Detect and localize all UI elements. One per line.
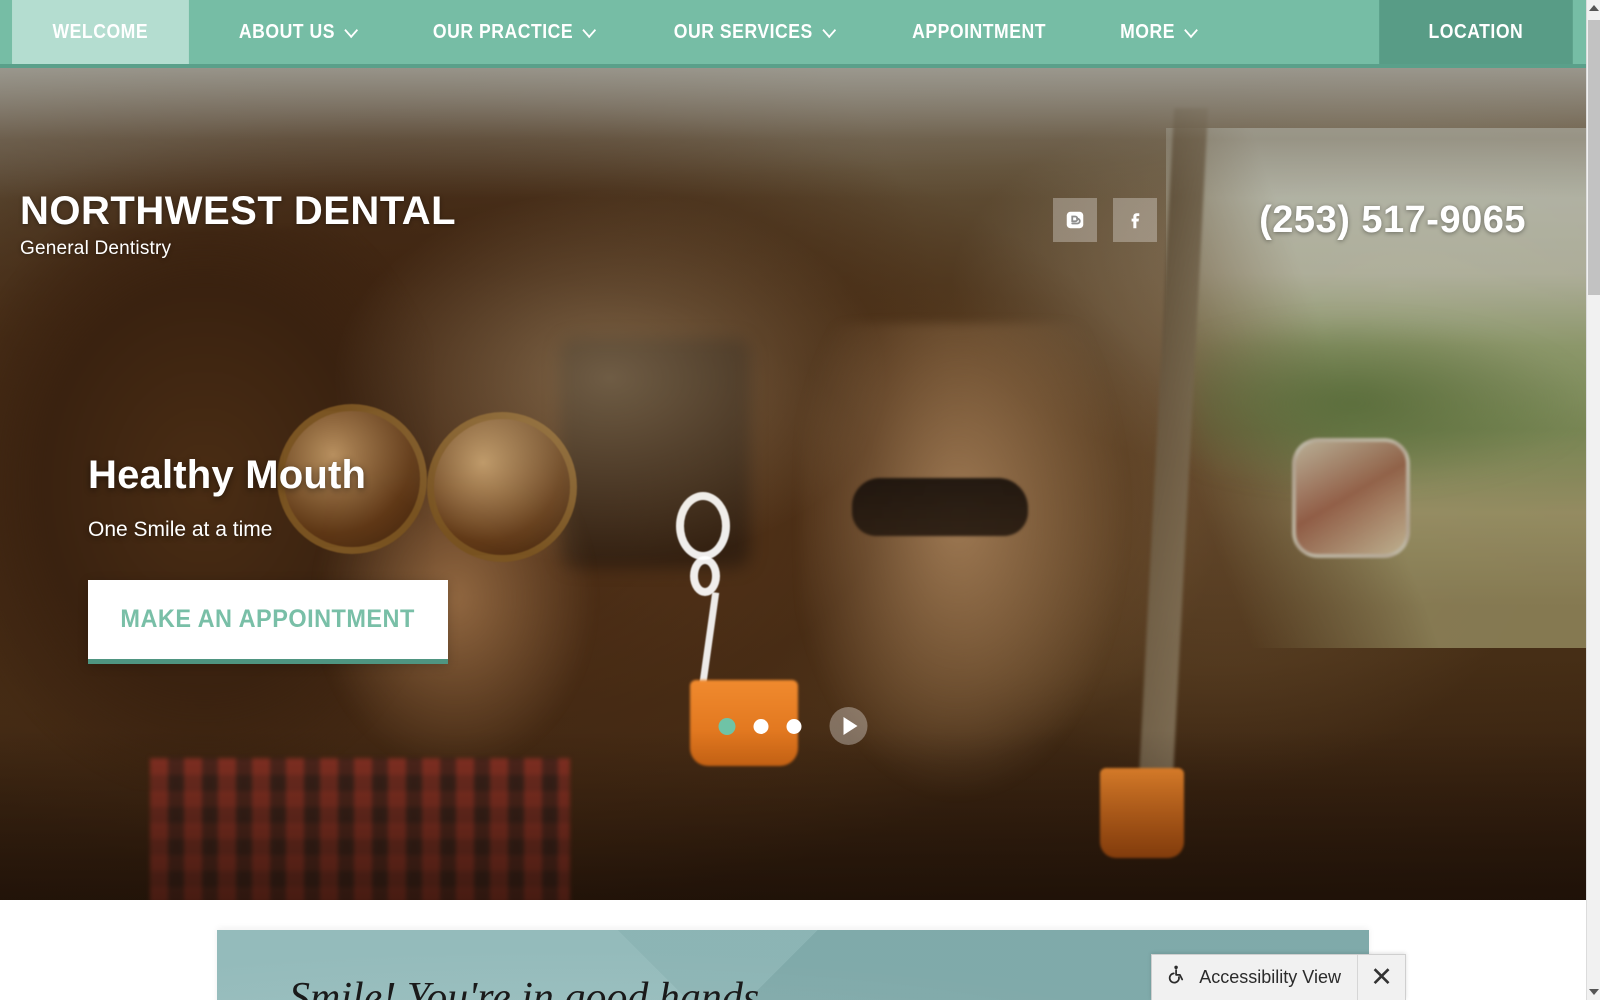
nav-item-more[interactable]: MORE [1094, 0, 1221, 64]
nav-item-label: MORE [1120, 20, 1176, 43]
accessibility-widget: Accessibility View ✕ [1151, 954, 1406, 1000]
browser-viewport: WELCOME ABOUT US OUR PRACTICE OUR SERVIC… [0, 0, 1600, 1000]
blogger-icon[interactable] [1053, 198, 1098, 242]
make-appointment-button[interactable]: MAKE AN APPOINTMENT [88, 580, 448, 664]
nav-item-our-services[interactable]: OUR SERVICES [648, 0, 859, 64]
nav-item-appointment[interactable]: APPOINTMENT [886, 0, 1073, 64]
nav-item-label: APPOINTMENT [912, 20, 1047, 43]
nav-item-about-us[interactable]: ABOUT US [212, 0, 380, 64]
scroll-down-arrow[interactable] [1587, 984, 1600, 1000]
vertical-scrollbar[interactable] [1586, 0, 1600, 1000]
carousel-dot-2[interactable] [753, 718, 769, 734]
hero-slide-title: Healthy Mouth [88, 453, 367, 497]
facebook-icon[interactable] [1113, 198, 1158, 242]
make-appointment-label: MAKE AN APPOINTMENT [120, 605, 416, 633]
nav-item-welcome[interactable]: WELCOME [12, 0, 189, 64]
nav-item-label: OUR SERVICES [674, 20, 814, 43]
carousel-controls [718, 707, 868, 745]
hero-top-gradient [0, 68, 1586, 198]
logo-subtitle: General Dentistry [20, 238, 172, 259]
scrollbar-thumb[interactable] [1588, 20, 1600, 295]
nav-item-label: WELCOME [52, 20, 149, 43]
hero-photo-side-mirror [1292, 438, 1410, 558]
carousel-dot-3[interactable] [786, 718, 802, 734]
accessibility-view-button[interactable]: Accessibility View [1152, 955, 1357, 1000]
wheelchair-icon [1166, 964, 1188, 991]
accessibility-view-label: Accessibility View [1199, 967, 1341, 987]
nav-item-location[interactable]: LOCATION [1379, 0, 1573, 64]
carousel-play-icon[interactable] [829, 707, 868, 745]
chevron-down-icon [822, 22, 837, 38]
nav-location-label: LOCATION [1428, 20, 1524, 43]
hero-slider: NORTHWEST DENTAL General Dentistry (253)… [0, 68, 1586, 900]
chevron-down-icon [1185, 22, 1199, 38]
page-content: WELCOME ABOUT US OUR PRACTICE OUR SERVIC… [0, 0, 1586, 1000]
nav-item-label: OUR PRACTICE [432, 20, 574, 43]
carousel-dot-1[interactable] [718, 717, 736, 735]
hero-slide-subtitle: One Smile at a time [88, 518, 273, 541]
logo-title: NORTHWEST DENTAL [20, 189, 457, 233]
chevron-down-icon [344, 22, 358, 38]
hero-slide-caption: Healthy Mouth One Smile at a time MAKE A… [88, 453, 508, 664]
hero-bottom-gradient [0, 730, 1586, 900]
site-logo[interactable]: NORTHWEST DENTAL General Dentistry [20, 190, 456, 260]
nav-item-label: ABOUT US [238, 20, 335, 43]
scroll-up-arrow[interactable] [1587, 0, 1600, 16]
close-icon[interactable]: ✕ [1357, 955, 1405, 1000]
main-navigation: WELCOME ABOUT US OUR PRACTICE OUR SERVIC… [0, 0, 1586, 68]
phone-number[interactable]: (253) 517-9065 [1259, 199, 1526, 242]
header-contact-bar: (253) 517-9065 [1053, 198, 1526, 242]
nav-item-our-practice[interactable]: OUR PRACTICE [406, 0, 618, 64]
chevron-down-icon [582, 22, 597, 38]
